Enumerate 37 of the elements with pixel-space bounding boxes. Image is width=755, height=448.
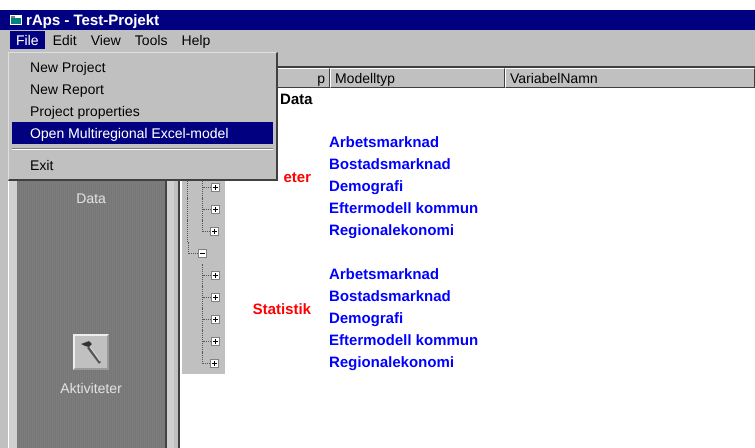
menu-item[interactable]: Edit bbox=[46, 31, 83, 49]
model-item[interactable]: Regionalekonomi bbox=[329, 352, 478, 374]
model-item[interactable]: Regionalekonomi bbox=[329, 220, 478, 242]
model-item[interactable]: Demografi bbox=[329, 308, 478, 330]
menu-item[interactable]: View bbox=[84, 31, 127, 49]
column-header[interactable]: VariabelNamn bbox=[505, 68, 755, 88]
model-item[interactable]: Demografi bbox=[329, 176, 478, 198]
collapse-button[interactable] bbox=[198, 248, 207, 258]
expand-button[interactable] bbox=[211, 314, 220, 324]
app-icon bbox=[10, 15, 22, 25]
model-item[interactable]: Eftermodell kommun bbox=[329, 330, 478, 352]
menu-entry[interactable]: Project properties bbox=[12, 100, 273, 122]
expand-button[interactable] bbox=[211, 182, 220, 192]
model-item[interactable]: Bostadsmarknad bbox=[329, 286, 478, 308]
model-item[interactable]: Bostadsmarknad bbox=[329, 154, 478, 176]
menu-entry[interactable]: Exit bbox=[12, 154, 273, 176]
model-item[interactable]: Arbetsmarknad bbox=[329, 264, 478, 286]
menu-entry[interactable]: New Project bbox=[12, 56, 273, 78]
expand-button[interactable] bbox=[210, 226, 219, 236]
category-label: Statistik bbox=[252, 300, 311, 318]
expand-button[interactable] bbox=[211, 270, 220, 280]
menu-item[interactable]: File bbox=[10, 31, 45, 49]
tree-root-label: Data bbox=[280, 90, 313, 108]
model-item[interactable]: Arbetsmarknad bbox=[329, 132, 478, 154]
expand-button[interactable] bbox=[210, 358, 219, 368]
expand-button[interactable] bbox=[211, 204, 220, 214]
menu-item[interactable]: Tools bbox=[128, 31, 174, 49]
menu-item[interactable]: Help bbox=[175, 31, 216, 49]
window-title: rAps - Test-Projekt bbox=[26, 12, 160, 28]
expand-button[interactable] bbox=[211, 292, 220, 302]
category-label: eter bbox=[283, 168, 311, 186]
menu-entry[interactable]: Open Multiregional Excel-model bbox=[12, 122, 273, 144]
model-item[interactable]: Eftermodell kommun bbox=[329, 198, 478, 220]
column-header[interactable]: Modelltyp bbox=[330, 68, 505, 88]
menu-entry[interactable]: New Report bbox=[12, 78, 273, 100]
hammer-icon[interactable] bbox=[73, 334, 109, 370]
expand-button[interactable] bbox=[211, 336, 220, 346]
